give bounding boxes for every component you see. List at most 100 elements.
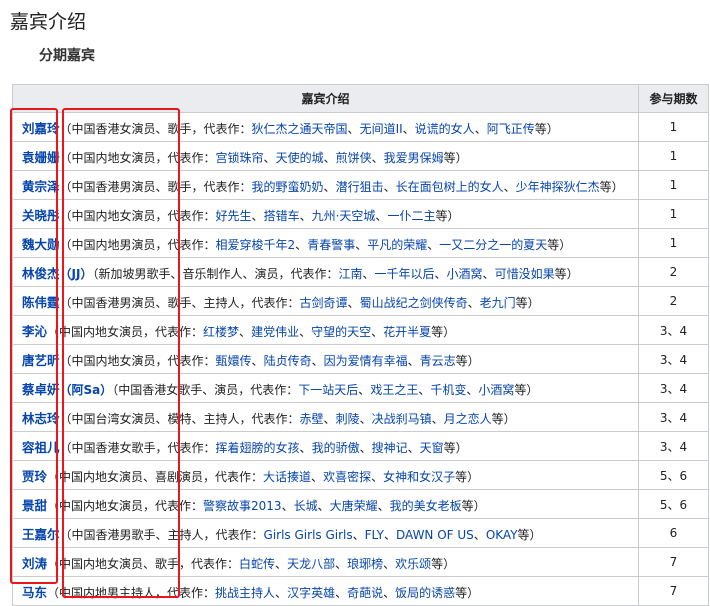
work-link[interactable]: 蜀山战纪之剑侠传奇 [360, 296, 468, 310]
work-link[interactable]: 江南 [338, 267, 362, 281]
work-link[interactable]: 阿飞正传 [487, 122, 535, 136]
work-link[interactable]: 搭错车 [264, 209, 300, 223]
work-link[interactable]: 陆贞传奇 [264, 354, 312, 368]
table-row: 刘嘉玲（中国香港女演员、歌手，代表作：狄仁杰之通天帝国、无间道II、说谎的女人、… [12, 112, 709, 142]
work-link[interactable]: 青云志 [420, 354, 456, 368]
guest-name-link[interactable]: 魏大勋 [22, 237, 60, 252]
work-link[interactable]: 青春警事 [307, 238, 355, 252]
work-link[interactable]: 女神和女汉子 [383, 470, 455, 484]
work-link[interactable]: 月之恋人 [444, 412, 492, 426]
work-separator: 、 [295, 237, 308, 252]
work-link[interactable]: 刺陵 [336, 412, 360, 426]
guest-name-link[interactable]: 林志玲 [22, 411, 60, 426]
work-link[interactable]: 我的野蛮奶奶 [252, 180, 324, 194]
work-link[interactable]: 琅琊榜 [347, 557, 383, 571]
work-link[interactable]: 汉字英雄 [287, 586, 335, 600]
work-link[interactable]: 长城 [294, 499, 318, 513]
guest-name-link[interactable]: 陈伟霆 [22, 295, 60, 310]
work-link[interactable]: 白蛇传 [239, 557, 275, 571]
work-link[interactable]: 奇葩说 [347, 586, 383, 600]
work-link[interactable]: 小酒窝 [447, 267, 483, 281]
guest-alias: （阿Sa） [59, 382, 113, 397]
work-link[interactable]: Girls Girls Girls [264, 528, 353, 542]
work-link[interactable]: 千机变 [430, 383, 466, 397]
work-link[interactable]: 建党伟业 [251, 325, 299, 339]
work-link[interactable]: 守望的天空 [311, 325, 371, 339]
guest-name-link[interactable]: 黄宗泽 [22, 179, 60, 194]
table-row: 唐艺昕（中国内地女演员，代表作：甄嬛传、陆贞传奇、因为爱情有幸福、青云志等） 3、… [12, 344, 709, 374]
work-separator: 、 [359, 440, 372, 455]
guest-name-link[interactable]: 林俊杰 [22, 266, 60, 281]
work-link[interactable]: 说谎的女人 [415, 122, 475, 136]
work-link[interactable]: 搜神记 [372, 441, 408, 455]
work-link[interactable]: 我的骄傲 [312, 441, 360, 455]
guest-name-link[interactable]: 刘嘉玲 [22, 121, 60, 136]
work-link[interactable]: 一又二分之一的夏天 [439, 238, 547, 252]
work-link[interactable]: 天窗 [420, 441, 444, 455]
page-title: 嘉宾介绍 [10, 11, 87, 33]
work-separator: 、 [299, 440, 312, 455]
work-link[interactable]: 长在面包树上的女人 [396, 180, 504, 194]
work-link[interactable]: 相爱穿梭千年2 [216, 238, 296, 252]
work-separator: 、 [251, 353, 264, 368]
guest-name-link[interactable]: 容祖儿 [22, 440, 60, 455]
work-link[interactable]: 平凡的荣耀 [367, 238, 427, 252]
work-link[interactable]: 天龙八部 [287, 557, 335, 571]
work-link[interactable]: 煎饼侠 [336, 151, 372, 165]
work-link[interactable]: 好先生 [216, 209, 252, 223]
work-link[interactable]: 可惜没如果 [495, 267, 555, 281]
guest-name-link[interactable]: 李沁 [22, 324, 47, 339]
work-link[interactable]: 小酒窝 [478, 383, 514, 397]
work-link[interactable]: 潜行狙击 [336, 180, 384, 194]
work-link[interactable]: FLY [365, 528, 384, 542]
guest-name-link[interactable]: 贾玲 [22, 469, 47, 484]
work-link[interactable]: 红楼梦 [203, 325, 239, 339]
guest-name-link[interactable]: 马东 [22, 585, 47, 600]
work-link[interactable]: 大话揍道 [263, 470, 311, 484]
work-link[interactable]: 狄仁杰之通天帝国 [252, 122, 348, 136]
work-link[interactable]: 古剑奇谭 [300, 296, 348, 310]
guest-intro-cell: 黄宗泽（中国香港男演员、歌手，代表作：我的野蛮奶奶、潜行狙击、长在面包树上的女人… [12, 170, 639, 200]
work-link[interactable]: 九州·天空城 [312, 209, 376, 223]
work-link[interactable]: 一千年以后 [375, 267, 435, 281]
work-link[interactable]: 花开半夏 [383, 325, 431, 339]
guest-name-link[interactable]: 袁姗姗 [22, 150, 60, 165]
work-link[interactable]: 挑战主持人 [215, 586, 275, 600]
table-row: 马东（中国内地男主持人，代表作：挑战主持人、汉字英雄、奇葩说、饭局的诱惑等） 7 [12, 576, 709, 606]
work-link[interactable]: 无间道II [360, 122, 403, 136]
table-row: 景甜（中国内地女演员，代表作：警察故事2013、长城、大唐荣耀、我的美女老板等）… [12, 489, 709, 519]
work-link[interactable]: 欢乐颂 [395, 557, 431, 571]
guest-name-link[interactable]: 景甜 [22, 498, 47, 513]
episode-number: 3、4 [638, 344, 709, 374]
work-link[interactable]: 挥着翅膀的女孩 [216, 441, 300, 455]
work-link[interactable]: 大唐荣耀 [330, 499, 378, 513]
guest-desc-suffix: 等） [431, 556, 456, 571]
work-link[interactable]: 我的美女老板 [390, 499, 462, 513]
work-link[interactable]: 天使的城 [276, 151, 324, 165]
work-link[interactable]: 决战刹马镇 [372, 412, 432, 426]
work-link[interactable]: 下一站天后 [298, 383, 358, 397]
guest-desc-prefix: （中国香港男演员、歌手、主持人，代表作： [59, 295, 300, 310]
guest-name-link[interactable]: 蔡卓妍 [22, 382, 60, 397]
work-separator: 、 [362, 266, 375, 281]
work-link[interactable]: 宫锁珠帘 [216, 151, 264, 165]
work-link[interactable]: 戏王之王 [370, 383, 418, 397]
work-link[interactable]: 因为爱情有幸福 [324, 354, 408, 368]
work-link[interactable]: 警察故事2013 [203, 499, 282, 513]
work-link[interactable]: 老九门 [480, 296, 516, 310]
work-link[interactable]: 赤壁 [300, 412, 324, 426]
work-link[interactable]: DAWN OF US [396, 528, 474, 542]
guest-name-link[interactable]: 王嘉尔 [22, 527, 60, 542]
header-guest-intro: 嘉宾介绍 [12, 84, 639, 113]
work-link[interactable]: 甄嬛传 [216, 354, 252, 368]
work-link[interactable]: OKAY [486, 528, 518, 542]
guest-name-link[interactable]: 关晓彤 [22, 208, 60, 223]
guest-name-link[interactable]: 唐艺昕 [22, 353, 60, 368]
work-link[interactable]: 我爱男保姆 [384, 151, 444, 165]
work-separator: 、 [371, 150, 384, 165]
work-link[interactable]: 欢喜密探 [323, 470, 371, 484]
work-link[interactable]: 少年神探狄仁杰 [516, 180, 600, 194]
guest-name-link[interactable]: 刘涛 [22, 556, 47, 571]
work-link[interactable]: 一仆二主 [387, 209, 435, 223]
work-link[interactable]: 饭局的诱惑 [395, 586, 455, 600]
